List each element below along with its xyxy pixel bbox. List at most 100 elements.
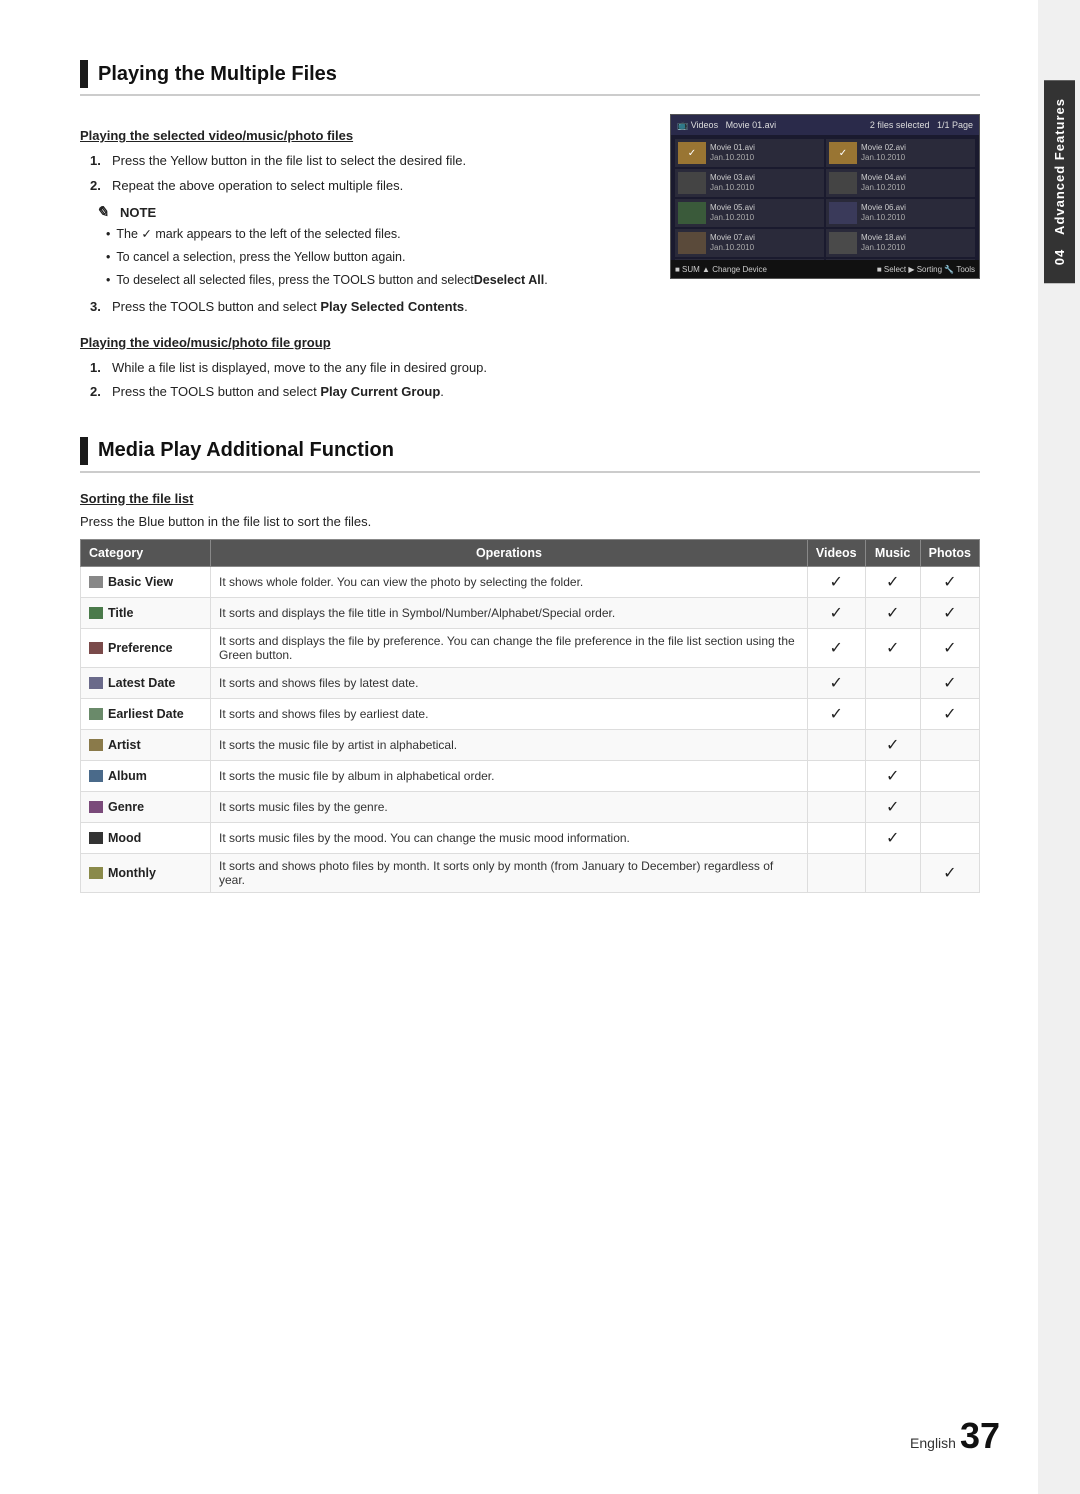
section1-heading: Playing the Multiple Files bbox=[80, 60, 980, 96]
music-cell: ✓ bbox=[865, 628, 920, 667]
th-photos: Photos bbox=[920, 539, 979, 566]
screenshot-item: Movie 07.aviJan.10.2010 bbox=[675, 229, 824, 257]
photos-cell: ✓ bbox=[920, 597, 979, 628]
table-row: PreferenceIt sorts and displays the file… bbox=[81, 628, 980, 667]
steps-list-1b: 3. Press the TOOLS button and select Pla… bbox=[80, 297, 650, 317]
step-1-1: 1. Press the Yellow button in the file l… bbox=[90, 151, 650, 171]
note-block: ✎ NOTE The ✓ mark appears to the left of… bbox=[96, 203, 650, 289]
category-label: Artist bbox=[108, 738, 141, 752]
music-cell: ✓ bbox=[865, 760, 920, 791]
section2-heading: Media Play Additional Function bbox=[80, 437, 980, 473]
table-row: Basic View It shows whole folder. You can… bbox=[81, 566, 980, 597]
videos-cell: ✓ bbox=[807, 628, 865, 667]
category-label: Earliest Date bbox=[108, 707, 184, 721]
photos-cell: ✓ bbox=[920, 698, 979, 729]
photos-cell bbox=[920, 760, 979, 791]
th-videos: Videos bbox=[807, 539, 865, 566]
th-operations: Operations bbox=[211, 539, 808, 566]
category-icon bbox=[89, 770, 103, 782]
videos-cell bbox=[807, 729, 865, 760]
photos-cell bbox=[920, 729, 979, 760]
category-cell: Title bbox=[81, 597, 211, 628]
table-row: Earliest Date It sorts and shows files by… bbox=[81, 698, 980, 729]
screenshot-topbar: 📺 Videos Movie 01.avi 2 files selected 1… bbox=[671, 115, 979, 135]
screenshot-item: Movie 01.aviJan.10.2010 bbox=[675, 139, 824, 167]
category-icon bbox=[89, 867, 103, 879]
category-icon bbox=[89, 708, 103, 720]
note-bullets: The ✓ mark appears to the left of the se… bbox=[96, 225, 650, 289]
category-cell: Earliest Date bbox=[81, 698, 211, 729]
videos-cell bbox=[807, 853, 865, 892]
steps-list-2: 1. While a file list is displayed, move … bbox=[80, 358, 650, 402]
screenshot-panel: 📺 Videos Movie 01.avi 2 files selected 1… bbox=[670, 114, 980, 407]
heading-bar bbox=[80, 60, 88, 88]
music-cell: ✓ bbox=[865, 566, 920, 597]
photos-cell bbox=[920, 822, 979, 853]
subsection2-title: Playing the video/music/photo file group bbox=[80, 335, 650, 350]
note-label: NOTE bbox=[120, 205, 156, 220]
sorting-desc: Press the Blue button in the file list t… bbox=[80, 514, 980, 529]
note-header: ✎ NOTE bbox=[96, 203, 650, 221]
photos-cell: ✓ bbox=[920, 667, 979, 698]
category-icon bbox=[89, 642, 103, 654]
topbar-right: 2 files selected 1/1 Page bbox=[870, 120, 973, 130]
music-cell: ✓ bbox=[865, 597, 920, 628]
heading-bar-2 bbox=[80, 437, 88, 465]
note-bullet-1: The ✓ mark appears to the left of the se… bbox=[106, 225, 650, 244]
screenshot-item: Movie 04.aviJan.10.2010 bbox=[826, 169, 975, 197]
footer-english: English bbox=[910, 1435, 956, 1451]
table-row: Album It sorts the music file by album in… bbox=[81, 760, 980, 791]
category-cell: Artist bbox=[81, 729, 211, 760]
operations-cell: It sorts music files by the genre. bbox=[211, 791, 808, 822]
section1-content: Playing the selected video/music/photo f… bbox=[80, 114, 980, 407]
music-cell: ✓ bbox=[865, 729, 920, 760]
category-label: Album bbox=[108, 769, 147, 783]
thumb-2 bbox=[829, 142, 857, 164]
screenshot-mock: 📺 Videos Movie 01.avi 2 files selected 1… bbox=[670, 114, 980, 279]
photos-cell: ✓ bbox=[920, 566, 979, 597]
thumb-1 bbox=[678, 142, 706, 164]
videos-cell bbox=[807, 791, 865, 822]
category-cell: Mood bbox=[81, 822, 211, 853]
screenshot-item: Movie 06.aviJan.10.2010 bbox=[826, 199, 975, 227]
sorting-title: Sorting the file list bbox=[80, 491, 980, 506]
sort-table: Category Operations Videos Music Photos … bbox=[80, 539, 980, 893]
table-row: MonthlyIt sorts and shows photo files by… bbox=[81, 853, 980, 892]
videos-cell: ✓ bbox=[807, 698, 865, 729]
operations-cell: It sorts music files by the mood. You ca… bbox=[211, 822, 808, 853]
videos-cell bbox=[807, 822, 865, 853]
thumb-5 bbox=[678, 202, 706, 224]
screenshot-item: Movie 18.aviJan.10.2010 bbox=[826, 229, 975, 257]
steps-list-1: 1. Press the Yellow button in the file l… bbox=[80, 151, 650, 195]
th-music: Music bbox=[865, 539, 920, 566]
note-bullet-3: To deselect all selected files, press th… bbox=[106, 271, 650, 290]
step-2-2: 2. Press the TOOLS button and select Pla… bbox=[90, 382, 650, 402]
operations-cell: It sorts and shows files by latest date. bbox=[211, 667, 808, 698]
category-icon bbox=[89, 832, 103, 844]
table-row: MoodIt sorts music files by the mood. Yo… bbox=[81, 822, 980, 853]
thumb-4 bbox=[829, 172, 857, 194]
operations-cell: It sorts and shows files by earliest dat… bbox=[211, 698, 808, 729]
music-cell bbox=[865, 667, 920, 698]
th-category: Category bbox=[81, 539, 211, 566]
table-row: TitleIt sorts and displays the file titl… bbox=[81, 597, 980, 628]
music-cell bbox=[865, 853, 920, 892]
category-label: Basic View bbox=[108, 575, 173, 589]
music-cell: ✓ bbox=[865, 791, 920, 822]
table-header-row: Category Operations Videos Music Photos bbox=[81, 539, 980, 566]
category-label: Title bbox=[108, 606, 133, 620]
operations-cell: It shows whole folder. You can view the … bbox=[211, 566, 808, 597]
videos-cell: ✓ bbox=[807, 597, 865, 628]
category-cell: Preference bbox=[81, 628, 211, 667]
category-label: Monthly bbox=[108, 866, 156, 880]
thumb-3 bbox=[678, 172, 706, 194]
section2-title: Media Play Additional Function bbox=[98, 439, 394, 462]
operations-cell: It sorts the music file by album in alph… bbox=[211, 760, 808, 791]
category-cell: Album bbox=[81, 760, 211, 791]
category-label: Preference bbox=[108, 641, 173, 655]
category-icon bbox=[89, 677, 103, 689]
table-row: ArtistIt sorts the music file by artist … bbox=[81, 729, 980, 760]
category-label: Latest Date bbox=[108, 676, 175, 690]
section2: Media Play Additional Function Sorting t… bbox=[80, 437, 980, 893]
table-row: GenreIt sorts music files by the genre.✓ bbox=[81, 791, 980, 822]
